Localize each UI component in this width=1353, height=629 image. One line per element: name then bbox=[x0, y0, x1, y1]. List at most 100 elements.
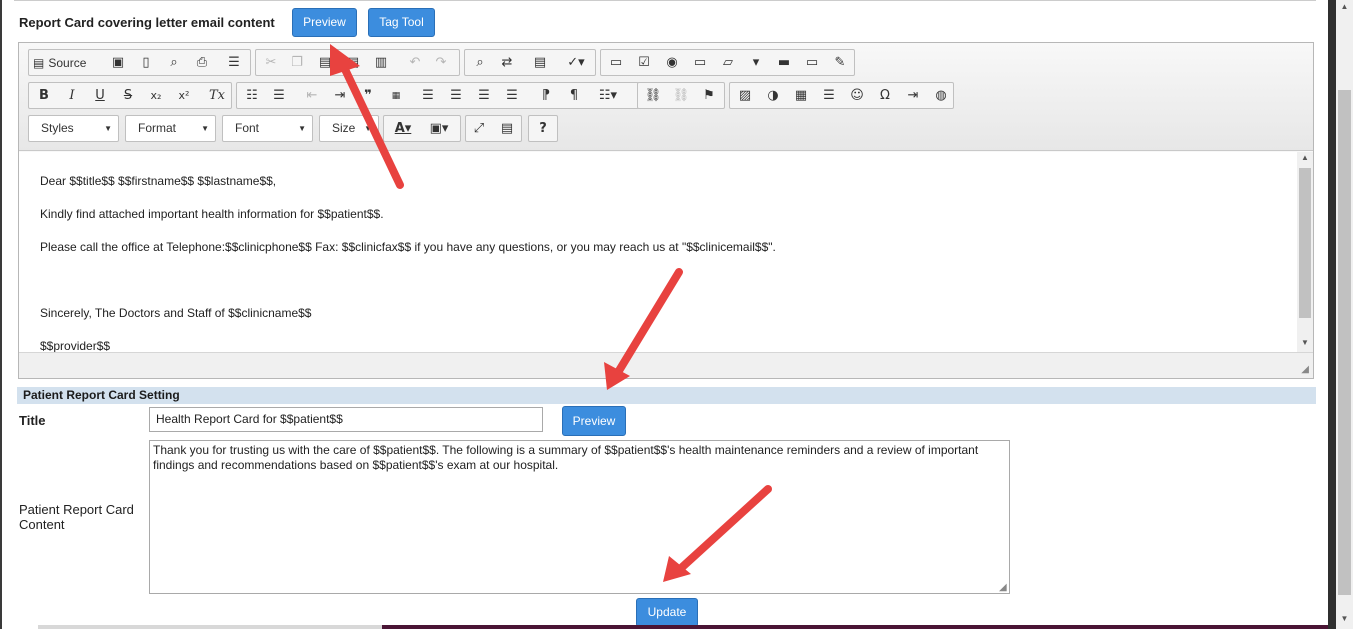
chevron-down-icon: ▼ bbox=[364, 124, 372, 133]
forms-group: ▭ ☑ ◉ ▭ ▱ ▾ ▬ ▭ ✎ bbox=[600, 49, 855, 76]
create-div-icon[interactable]: ▦ bbox=[385, 86, 407, 106]
radio-icon[interactable]: ◉ bbox=[661, 53, 683, 73]
print-icon[interactable]: ⎙ bbox=[191, 53, 213, 73]
chevron-down-icon: ▼ bbox=[104, 124, 112, 133]
help-icon[interactable]: ? bbox=[532, 119, 554, 139]
templates-icon[interactable]: ☰ bbox=[223, 53, 245, 73]
window-frame-right bbox=[1328, 0, 1336, 629]
title-label: Title bbox=[19, 413, 46, 428]
new-page-icon[interactable]: ▯ bbox=[135, 53, 157, 73]
underline-icon[interactable]: U bbox=[89, 86, 111, 106]
tag-tool-button[interactable]: Tag Tool bbox=[368, 8, 435, 37]
select-all-icon[interactable]: ▤ bbox=[529, 53, 551, 73]
page-scroll-up-icon[interactable]: ▲ bbox=[1336, 0, 1353, 14]
italic-icon[interactable]: I bbox=[61, 86, 83, 106]
bold-icon[interactable]: B bbox=[33, 86, 55, 106]
content-line-contact: Please call the office at Telephone:$$cl… bbox=[40, 240, 776, 254]
button-icon[interactable]: ▬ bbox=[773, 53, 795, 73]
superscript-icon[interactable]: x² bbox=[173, 86, 195, 106]
textarea-icon[interactable]: ▱ bbox=[717, 53, 739, 73]
table-icon[interactable]: ▦ bbox=[790, 86, 812, 106]
colors-group: A▾ ▣▾ bbox=[383, 115, 461, 142]
ltr-icon[interactable]: ⁋ bbox=[535, 86, 557, 106]
format-dropdown[interactable]: Format ▼ bbox=[125, 115, 216, 142]
editing-group: ⌕ ⇄ ▤ ✓▾ bbox=[464, 49, 596, 76]
paste-word-icon[interactable]: ▥ bbox=[370, 53, 392, 73]
content-line-greeting: Dear $$title$$ $$firstname$$ $$lastname$… bbox=[40, 174, 277, 188]
align-left-icon[interactable]: ☰ bbox=[417, 86, 439, 106]
replace-icon[interactable]: ⇄ bbox=[496, 53, 518, 73]
background-color-icon[interactable]: ▣▾ bbox=[424, 119, 454, 139]
copy-icon[interactable]: ❐ bbox=[286, 53, 308, 73]
section-title: Report Card covering letter email conten… bbox=[19, 15, 275, 30]
iframe-globe-icon[interactable]: ◍ bbox=[930, 86, 952, 106]
save-icon[interactable]: ▣ bbox=[107, 53, 129, 73]
flash-icon[interactable]: ◑ bbox=[762, 86, 784, 106]
page-break-icon[interactable]: ⇥ bbox=[902, 86, 924, 106]
link-icon[interactable]: ⛓ bbox=[642, 86, 664, 106]
text-color-icon[interactable]: A▾ bbox=[388, 119, 418, 139]
align-right-icon[interactable]: ☰ bbox=[473, 86, 495, 106]
settings-preview-button[interactable]: Preview bbox=[562, 406, 626, 436]
unlink-icon[interactable]: ⛓ bbox=[670, 86, 692, 106]
basic-styles-group: B I U S x₂ x² Tx bbox=[28, 82, 232, 109]
numbered-list-icon[interactable]: ☷ bbox=[241, 86, 263, 106]
styles-dropdown[interactable]: Styles ▼ bbox=[28, 115, 119, 142]
top-divider bbox=[14, 0, 1316, 1]
editor-content[interactable]: Dear $$title$$ $$firstname$$ $$lastname$… bbox=[19, 152, 1297, 352]
font-dropdown[interactable]: Font ▼ bbox=[222, 115, 313, 142]
content-line-provider: $$provider$$ bbox=[40, 339, 111, 352]
maximize-icon[interactable]: ⤢ bbox=[468, 119, 490, 139]
language-icon[interactable]: ☷▾ bbox=[593, 86, 623, 106]
align-center-icon[interactable]: ☰ bbox=[445, 86, 467, 106]
clipboard-group: ✂ ❐ ▤ ▤ ▥ ↶ ↷ bbox=[255, 49, 460, 76]
remove-format-icon[interactable]: Tx bbox=[206, 86, 228, 106]
select-icon[interactable]: ▾ bbox=[745, 53, 767, 73]
find-icon[interactable]: ⌕ bbox=[469, 53, 491, 73]
form-icon[interactable]: ▭ bbox=[605, 53, 627, 73]
image-icon[interactable]: ▨ bbox=[734, 86, 756, 106]
justify-icon[interactable]: ☰ bbox=[501, 86, 523, 106]
paste-icon[interactable]: ▤ bbox=[314, 53, 336, 73]
update-button[interactable]: Update bbox=[636, 598, 698, 627]
preview-doc-icon[interactable]: ⌕ bbox=[163, 53, 185, 73]
bulleted-list-icon[interactable]: ☰ bbox=[268, 86, 290, 106]
page-scrollbar[interactable]: ▲ ▼ bbox=[1336, 0, 1353, 629]
spellcheck-icon[interactable]: ✓▾ bbox=[561, 53, 591, 73]
special-char-omega-icon[interactable]: Ω bbox=[874, 86, 896, 106]
hidden-field-icon[interactable]: ✎ bbox=[829, 53, 851, 73]
title-input[interactable]: Health Report Card for $$patient$$ bbox=[149, 407, 543, 432]
editor-scroll-thumb[interactable] bbox=[1299, 168, 1311, 318]
subscript-icon[interactable]: x₂ bbox=[145, 86, 167, 106]
size-dropdown[interactable]: Size ▼ bbox=[319, 115, 379, 142]
textarea-resize-icon[interactable]: ◢ bbox=[999, 582, 1007, 593]
strikethrough-icon[interactable]: S bbox=[117, 86, 139, 106]
report-card-content-textarea[interactable]: Thank you for trusting us with the care … bbox=[149, 440, 1010, 594]
paste-text-icon[interactable]: ▤ bbox=[342, 53, 364, 73]
checkbox-icon[interactable]: ☑ bbox=[633, 53, 655, 73]
show-blocks-icon[interactable]: ▤ bbox=[496, 119, 518, 139]
smiley-icon[interactable]: ☺ bbox=[846, 86, 868, 106]
page-scroll-thumb[interactable] bbox=[1338, 90, 1351, 595]
scroll-up-icon[interactable]: ▲ bbox=[1297, 153, 1313, 162]
resize-grip-icon[interactable]: ◢ bbox=[1301, 364, 1309, 375]
indent-icon[interactable]: ⇥ bbox=[329, 86, 351, 106]
cut-icon[interactable]: ✂ bbox=[260, 53, 282, 73]
preview-button[interactable]: Preview bbox=[292, 8, 357, 37]
page-scroll-down-icon[interactable]: ▼ bbox=[1336, 612, 1353, 626]
taskbar-strip bbox=[38, 625, 1328, 629]
source-button[interactable]: ▤ Source bbox=[33, 53, 86, 73]
outdent-icon[interactable]: ⇤ bbox=[301, 86, 323, 106]
horizontal-rule-icon[interactable]: ☰ bbox=[818, 86, 840, 106]
editor-scrollbar[interactable]: ▲ ▼ bbox=[1297, 152, 1313, 352]
scroll-down-icon[interactable]: ▼ bbox=[1297, 338, 1313, 347]
anchor-flag-icon[interactable]: ⚑ bbox=[698, 86, 720, 106]
image-button-icon[interactable]: ▭ bbox=[801, 53, 823, 73]
window-frame-left bbox=[0, 0, 2, 629]
redo-icon[interactable]: ↷ bbox=[430, 53, 452, 73]
rtl-icon[interactable]: ¶ bbox=[563, 86, 585, 106]
text-field-icon[interactable]: ▭ bbox=[689, 53, 711, 73]
editor-footer: ◢ bbox=[19, 352, 1313, 378]
blockquote-icon[interactable]: ❞ bbox=[357, 86, 379, 106]
undo-icon[interactable]: ↶ bbox=[404, 53, 426, 73]
